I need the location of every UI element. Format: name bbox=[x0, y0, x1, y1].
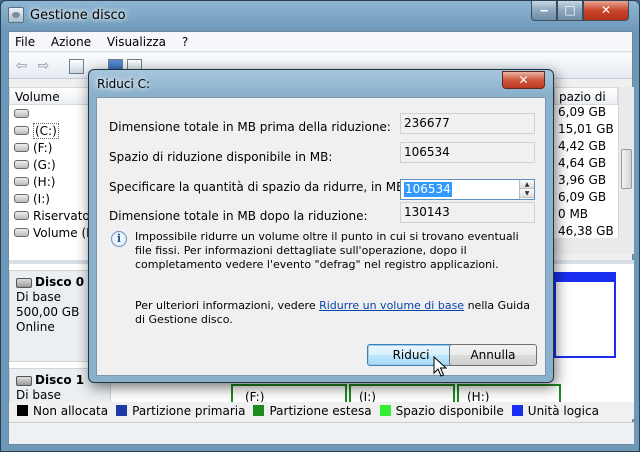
stepper-down-icon[interactable]: ▼ bbox=[520, 189, 534, 198]
mouse-cursor-icon bbox=[433, 356, 447, 377]
list-item[interactable]: (C:) bbox=[9, 122, 91, 139]
shrink-amount-label: Specificare la quantità di spazio da rid… bbox=[109, 180, 409, 194]
list-item[interactable]: (H:) bbox=[9, 173, 91, 190]
list-item[interactable]: Riservato p bbox=[9, 207, 91, 224]
cancel-button[interactable]: Annulla bbox=[449, 344, 537, 366]
list-item: 0 MB bbox=[558, 207, 589, 221]
info-icon: i bbox=[111, 231, 127, 247]
drive-icon bbox=[14, 211, 29, 220]
status-bar bbox=[9, 422, 634, 444]
disk-management-icon bbox=[8, 7, 24, 23]
menu-bar: File Azione Visualizza ? bbox=[9, 32, 632, 52]
dialog-close-button[interactable]: ✕ bbox=[502, 71, 545, 89]
drive-icon bbox=[14, 177, 29, 186]
help-link[interactable]: Ridurre un volume di base bbox=[319, 299, 464, 312]
legend-swatch bbox=[253, 405, 265, 416]
legend-item: Partizione primaria bbox=[116, 404, 245, 418]
list-item: 6,09 GB bbox=[558, 105, 607, 119]
disk-icon bbox=[16, 375, 32, 386]
legend-swatch bbox=[116, 405, 128, 416]
list-item: 3,96 GB bbox=[558, 173, 607, 187]
dialog-title: Riduci C: bbox=[97, 77, 151, 91]
menu-azione[interactable]: Azione bbox=[45, 32, 97, 52]
disk-icon bbox=[16, 277, 32, 288]
maximize-button[interactable]: □ bbox=[557, 1, 583, 21]
menu-visualizza[interactable]: Visualizza bbox=[101, 32, 172, 52]
list-item: 15,01 GB bbox=[558, 122, 614, 136]
drive-icon bbox=[14, 143, 29, 152]
volume-list-scrollbar[interactable] bbox=[618, 87, 634, 238]
window-title: Gestione disco bbox=[30, 8, 126, 23]
volume-list: (C:) (F:) (G:) (H:) (I:) Riservato p Vol… bbox=[9, 105, 91, 263]
available-shrink-value: 106534 bbox=[400, 142, 535, 163]
legend-swatch bbox=[379, 405, 391, 416]
title-bar[interactable]: Gestione disco ‒ □ ✕ bbox=[1, 1, 639, 29]
list-item[interactable] bbox=[9, 105, 91, 122]
list-item[interactable]: Volume (F: bbox=[9, 224, 91, 241]
list-item: 4,42 GB bbox=[558, 139, 607, 153]
total-before-value: 236677 bbox=[400, 113, 535, 134]
list-item: 6,09 GB bbox=[558, 190, 607, 204]
legend-item: Partizione estesa bbox=[253, 404, 372, 418]
total-after-label: Dimensione totale in MB dopo la riduzion… bbox=[109, 209, 368, 223]
menu-file[interactable]: File bbox=[9, 32, 41, 52]
legend-item: Unità logica bbox=[511, 404, 599, 418]
more-info-text: Per ulteriori informazioni, vedere Ridur… bbox=[135, 299, 530, 326]
drive-icon bbox=[14, 194, 29, 203]
legend-item: Spazio disponibile bbox=[379, 404, 504, 418]
list-item: 4,64 GB bbox=[558, 156, 607, 170]
legend-swatch bbox=[511, 405, 523, 416]
legend-item: Non allocata bbox=[17, 404, 108, 418]
shrink-amount-input[interactable]: 106534 bbox=[404, 182, 452, 197]
info-message: Impossibile ridurre un volume oltre il p… bbox=[135, 230, 519, 271]
available-shrink-label: Spazio di riduzione disponibile in MB: bbox=[109, 150, 333, 164]
disk-0-partition-bar bbox=[554, 272, 616, 282]
total-after-value: 130143 bbox=[400, 202, 535, 223]
total-before-label: Dimensione totale in MB prima della ridu… bbox=[109, 120, 391, 134]
disk-0-partition[interactable] bbox=[554, 282, 616, 358]
stepper-buttons: ▲ ▼ bbox=[519, 180, 534, 199]
dialog-body: Dimensione totale in MB prima della ridu… bbox=[96, 97, 546, 376]
list-item[interactable]: (G:) bbox=[9, 156, 91, 173]
disk-management-window: Gestione disco ‒ □ ✕ File Azione Visuali… bbox=[0, 0, 640, 452]
back-arrow-icon[interactable]: ⇦ bbox=[13, 58, 30, 75]
legend: Non allocata Partizione primaria Partizi… bbox=[9, 402, 634, 419]
forward-arrow-icon[interactable]: ⇨ bbox=[35, 58, 52, 75]
free-space-list: 6,09 GB 15,01 GB 4,42 GB 4,64 GB 3,96 GB… bbox=[554, 105, 618, 238]
drive-icon bbox=[14, 160, 29, 169]
minimize-button[interactable]: ‒ bbox=[531, 1, 557, 21]
volume-column-header[interactable]: Volume bbox=[9, 87, 91, 105]
scrollbar-thumb[interactable] bbox=[621, 149, 632, 189]
console-tree-icon[interactable] bbox=[69, 59, 84, 74]
free-space-column-header[interactable]: pazio di bbox=[554, 87, 618, 105]
list-item[interactable]: (I:) bbox=[9, 190, 91, 207]
legend-swatch bbox=[17, 405, 28, 416]
stepper-up-icon[interactable]: ▲ bbox=[520, 180, 534, 189]
drive-icon bbox=[14, 228, 29, 237]
volume-list-horizontal-scrollbar[interactable] bbox=[554, 238, 634, 254]
shrink-amount-stepper[interactable]: 106534 ▲ ▼ bbox=[400, 179, 535, 200]
close-button[interactable]: ✕ bbox=[583, 1, 629, 21]
list-item[interactable]: (F:) bbox=[9, 139, 91, 156]
shrink-dialog: Riduci C: ✕ Dimensione totale in MB prim… bbox=[88, 69, 554, 383]
menu-help[interactable]: ? bbox=[176, 32, 194, 52]
drive-icon bbox=[14, 109, 29, 118]
drive-icon bbox=[14, 126, 29, 135]
